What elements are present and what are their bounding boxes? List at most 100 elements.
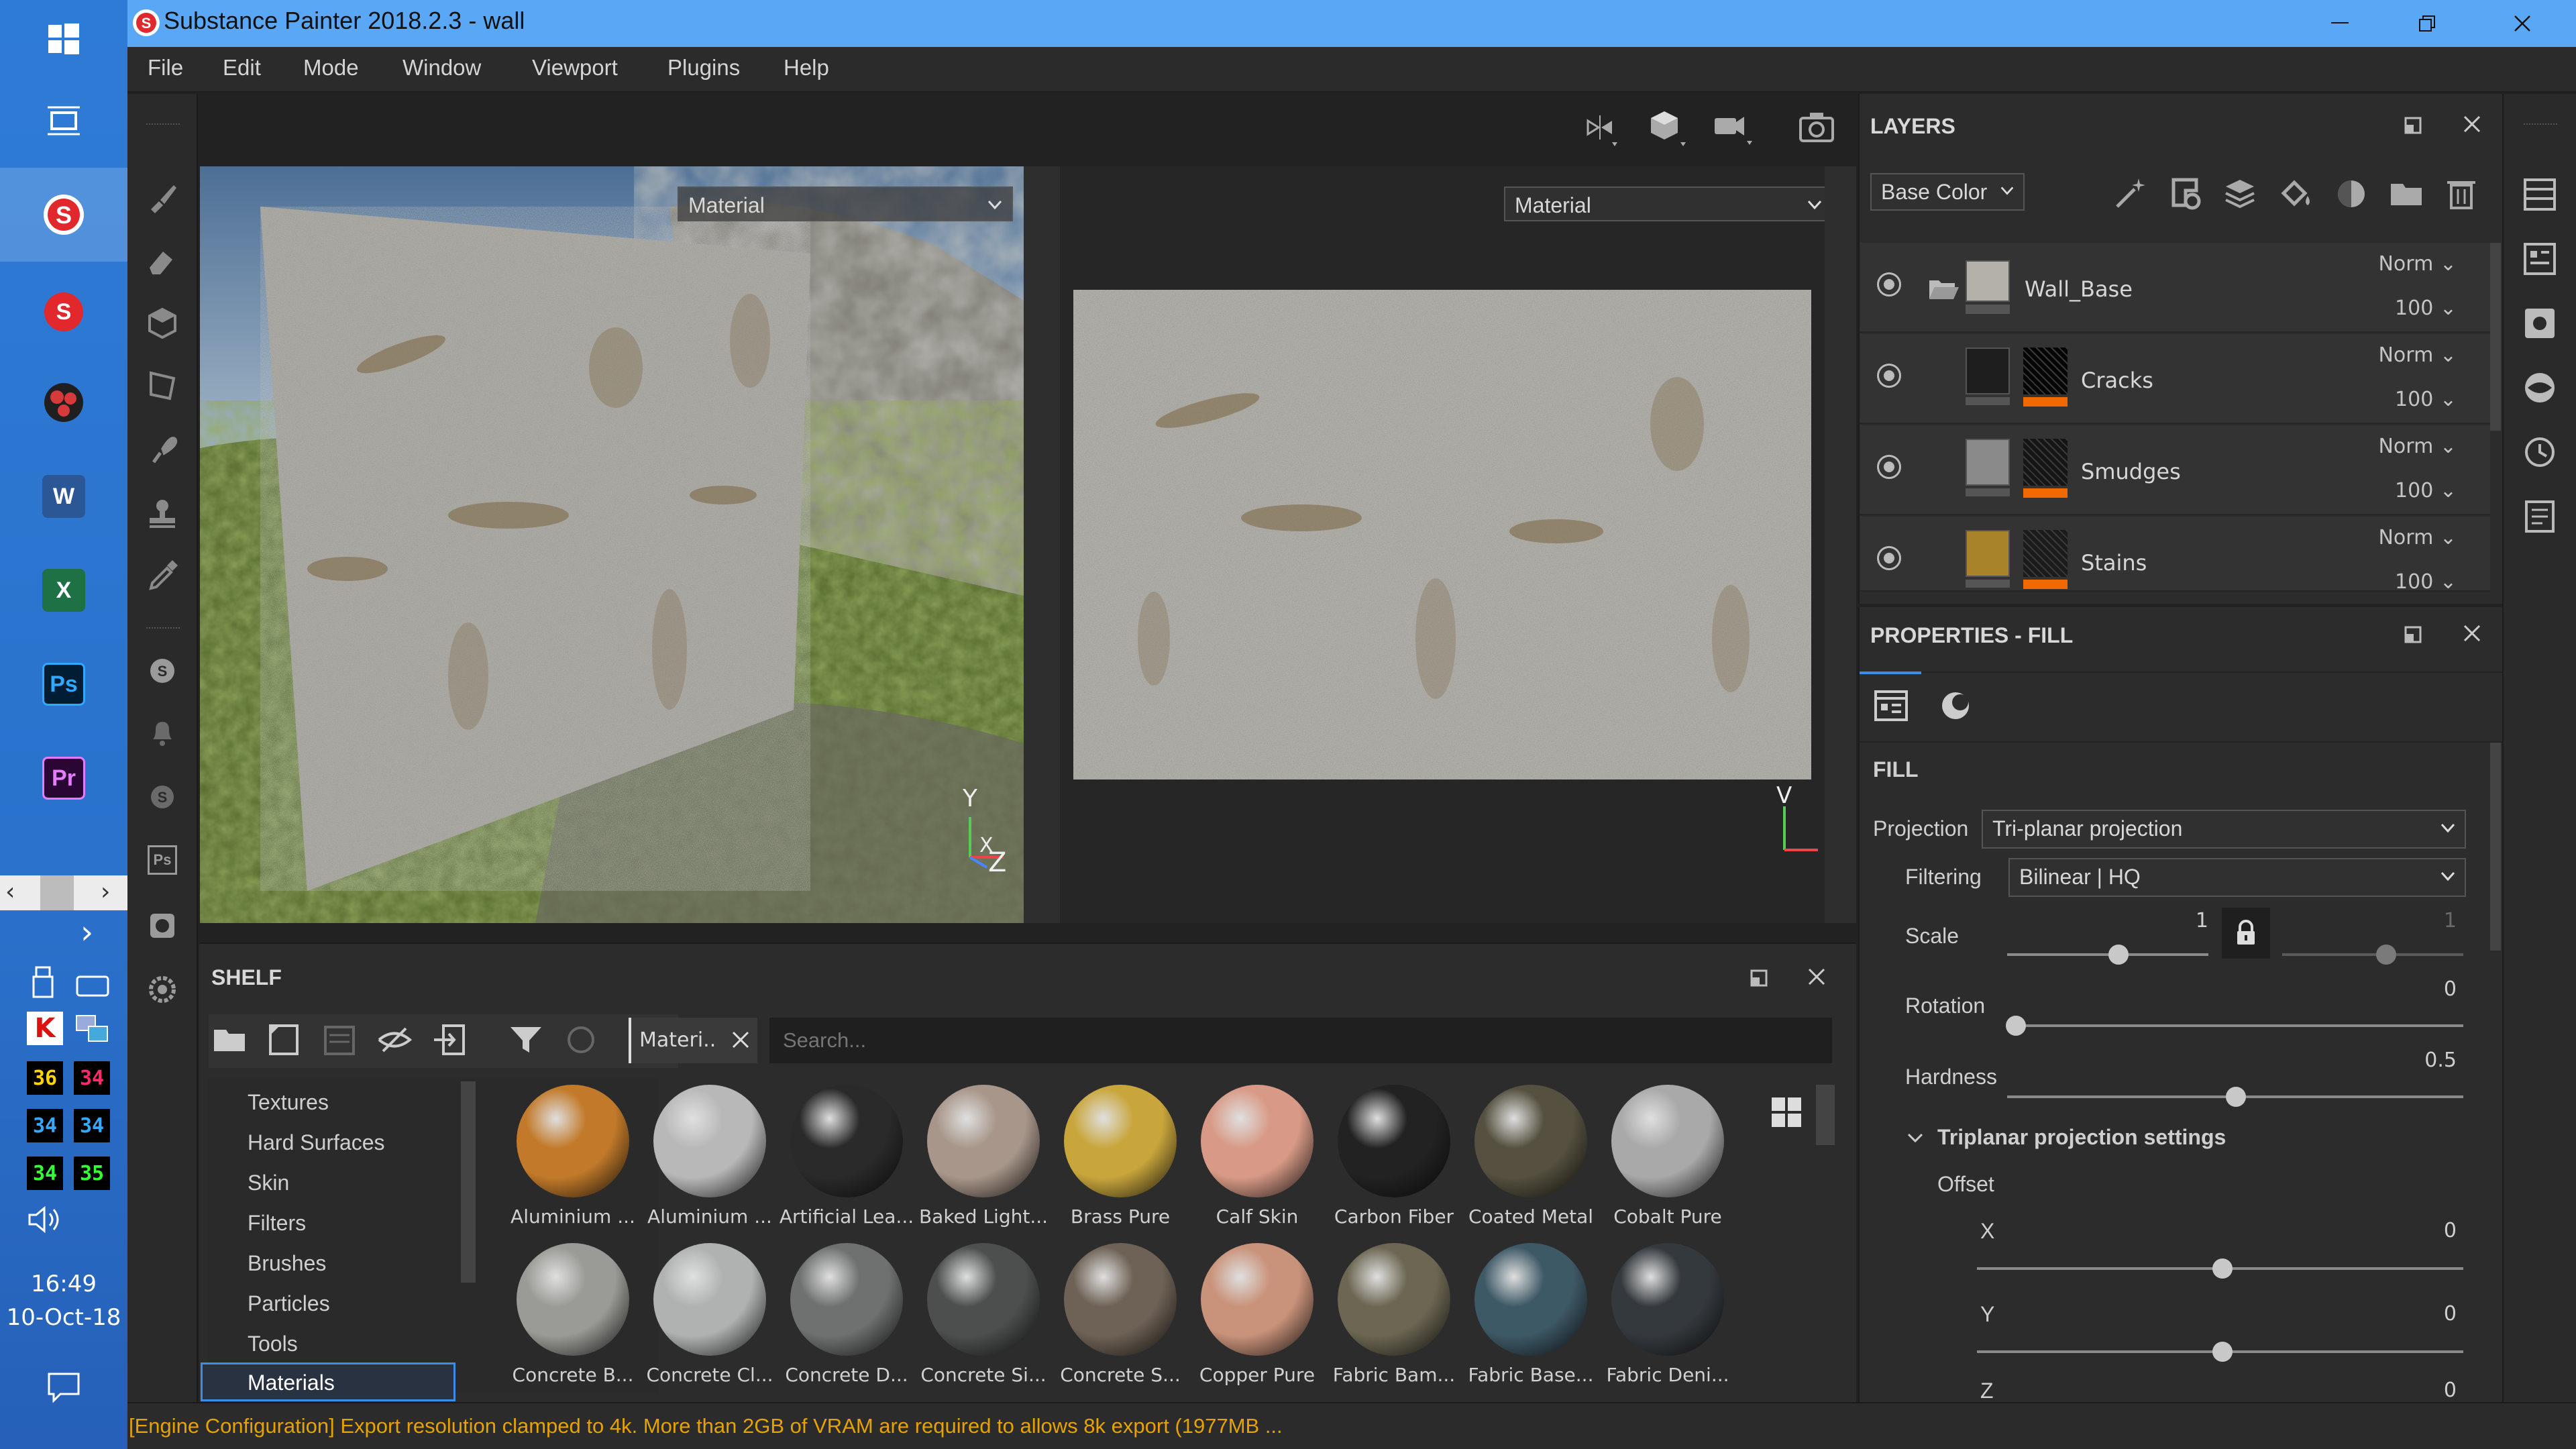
- category-textures[interactable]: Textures: [248, 1090, 329, 1115]
- usb-tray-icon[interactable]: [30, 966, 56, 1000]
- network-tray-icon[interactable]: [74, 1012, 111, 1045]
- menu-plugins[interactable]: Plugins: [667, 55, 740, 80]
- layer-row[interactable]: Wall_Base Norm ⌄ 100 ⌄: [1860, 243, 2490, 333]
- display-settings-icon[interactable]: [2522, 370, 2557, 405]
- projection-icon[interactable]: [142, 303, 182, 343]
- menu-mode[interactable]: Mode: [303, 55, 359, 80]
- material-item[interactable]: Copper Pure: [1189, 1243, 1323, 1397]
- channel-dropdown[interactable]: Material: [678, 186, 1013, 221]
- shelf-search-input[interactable]: [769, 1018, 1832, 1063]
- material-item[interactable]: Aluminium ...: [641, 1085, 775, 1239]
- history-icon[interactable]: [2522, 435, 2557, 470]
- color-picker-icon[interactable]: [142, 555, 182, 596]
- scroll-left-icon[interactable]: ‹: [5, 878, 15, 906]
- scale-lock-button[interactable]: [2222, 908, 2270, 959]
- add-smart-material-icon[interactable]: [2333, 176, 2369, 212]
- fill-settings-tab-icon[interactable]: [1873, 688, 1909, 724]
- material-item[interactable]: Aluminium ...: [504, 1085, 639, 1239]
- resource-updater-icon[interactable]: [142, 906, 182, 946]
- visibility-eye-icon[interactable]: [1877, 546, 1901, 570]
- layers-toggle-icon[interactable]: [2522, 177, 2557, 212]
- offset-z-value[interactable]: 0: [2390, 1379, 2457, 1402]
- rotation-slider-knob[interactable]: [2006, 1016, 2026, 1036]
- viewport-2d-scrollbar[interactable]: [1825, 166, 1856, 923]
- smudge-icon[interactable]: [142, 429, 182, 470]
- taskbar-scroll[interactable]: ‹ ›: [0, 875, 127, 910]
- hide-icon[interactable]: [376, 1022, 413, 1058]
- layer-name[interactable]: Smudges: [2081, 459, 2181, 484]
- rotation-value[interactable]: 0: [2390, 977, 2457, 1001]
- blend-mode-select[interactable]: Norm ⌄: [2378, 343, 2457, 367]
- paint-brush-icon[interactable]: [142, 178, 182, 218]
- material-item[interactable]: Carbon Fiber: [1326, 1085, 1460, 1239]
- blend-mode-select[interactable]: Norm ⌄: [2378, 252, 2457, 276]
- delete-layer-icon[interactable]: [2443, 176, 2479, 212]
- remove-filter-icon[interactable]: [731, 1030, 751, 1050]
- filtering-dropdown[interactable]: Bilinear | HQ: [2008, 858, 2466, 897]
- opacity-select[interactable]: 100 ⌄: [2395, 570, 2457, 594]
- texture-set-settings-icon[interactable]: [2522, 306, 2557, 341]
- visibility-eye-icon[interactable]: [1877, 364, 1901, 388]
- layer-row[interactable]: Stains Norm ⌄ 100 ⌄: [1860, 517, 2490, 594]
- layer-mask-thumbnail[interactable]: [2023, 347, 2068, 394]
- material-item[interactable]: Fabric Base...: [1462, 1243, 1597, 1397]
- scroll-thumb[interactable]: [40, 875, 74, 910]
- word-taskbar-icon[interactable]: W: [37, 470, 91, 523]
- scale-value-secondary[interactable]: 1: [2390, 909, 2457, 932]
- material-item[interactable]: Concrete S...: [1052, 1243, 1186, 1397]
- material-tab-icon[interactable]: [1937, 688, 1974, 724]
- channel-select-dropdown[interactable]: Base Color: [1870, 173, 2025, 211]
- substance-share-icon[interactable]: S: [142, 651, 182, 691]
- hardness-value[interactable]: 0.5: [2390, 1049, 2457, 1072]
- visibility-eye-icon[interactable]: [1877, 455, 1901, 479]
- task-view-icon[interactable]: [37, 94, 91, 148]
- close-panel-icon[interactable]: [1807, 967, 1827, 987]
- scale-slider-track[interactable]: [2007, 953, 2208, 956]
- category-brushes[interactable]: Brushes: [248, 1251, 326, 1276]
- substance-painter-taskbar-icon[interactable]: S: [37, 188, 91, 241]
- scale-slider-knob[interactable]: [2108, 945, 2129, 965]
- scale-slider-knob-secondary[interactable]: [2376, 945, 2396, 965]
- display-mode-cube-icon[interactable]: [1647, 109, 1691, 153]
- material-item[interactable]: Brass Pure: [1052, 1085, 1186, 1239]
- filter-icon[interactable]: [508, 1022, 544, 1058]
- minimize-button[interactable]: [2296, 0, 2383, 47]
- triplanar-settings-header[interactable]: Triplanar projection settings: [1937, 1125, 2226, 1150]
- opacity-select[interactable]: 100 ⌄: [2395, 297, 2457, 320]
- material-item[interactable]: Concrete D...: [778, 1243, 912, 1397]
- show-more-chevron-icon[interactable]: ›: [80, 914, 93, 951]
- reset-filter-icon[interactable]: [563, 1022, 599, 1058]
- add-folder-icon[interactable]: [2388, 176, 2424, 212]
- viewport-2d[interactable]: Material V U: [1060, 166, 1845, 923]
- save-shelf-icon[interactable]: [321, 1022, 358, 1058]
- photoshop-taskbar-icon[interactable]: Ps: [37, 657, 91, 711]
- channel-dropdown[interactable]: Material: [1504, 186, 1833, 221]
- rotation-slider-track[interactable]: [2007, 1024, 2463, 1027]
- grid-view-icon[interactable]: [1769, 1095, 1804, 1130]
- add-effect-wand-icon[interactable]: [2112, 176, 2148, 212]
- notification-bell-icon[interactable]: [142, 712, 182, 753]
- offset-x-slider-knob[interactable]: [2212, 1258, 2233, 1279]
- log-icon[interactable]: [2522, 499, 2557, 534]
- material-grid-scrollbar[interactable]: [1816, 1085, 1835, 1145]
- material-item[interactable]: Baked Light...: [915, 1085, 1049, 1239]
- category-materials[interactable]: Materials: [248, 1371, 335, 1395]
- add-fill-layer-icon[interactable]: [2278, 176, 2314, 212]
- viewport-3d[interactable]: Material Y X Z: [200, 166, 1024, 923]
- texture-set-list-icon[interactable]: [2522, 241, 2557, 276]
- filter-tab-chip[interactable]: Materi..: [629, 1018, 757, 1063]
- float-panel-icon[interactable]: [2403, 625, 2423, 645]
- substance-designer-taskbar-icon[interactable]: S: [37, 285, 91, 339]
- projection-dropdown[interactable]: Tri-planar projection: [1982, 810, 2466, 849]
- excel-taskbar-icon[interactable]: X: [37, 564, 91, 617]
- close-window-button[interactable]: [2479, 0, 2566, 47]
- opacity-select[interactable]: 100 ⌄: [2395, 479, 2457, 502]
- layer-mask-thumbnail[interactable]: [2023, 439, 2068, 486]
- material-item[interactable]: Cobalt Pure: [1599, 1085, 1733, 1239]
- scale-value[interactable]: 1: [2141, 909, 2208, 932]
- material-item[interactable]: Coated Metal: [1462, 1085, 1597, 1239]
- restore-button[interactable]: [2383, 0, 2471, 47]
- close-panel-icon[interactable]: [2462, 623, 2482, 643]
- visibility-eye-icon[interactable]: [1877, 272, 1901, 297]
- menu-help[interactable]: Help: [784, 55, 829, 80]
